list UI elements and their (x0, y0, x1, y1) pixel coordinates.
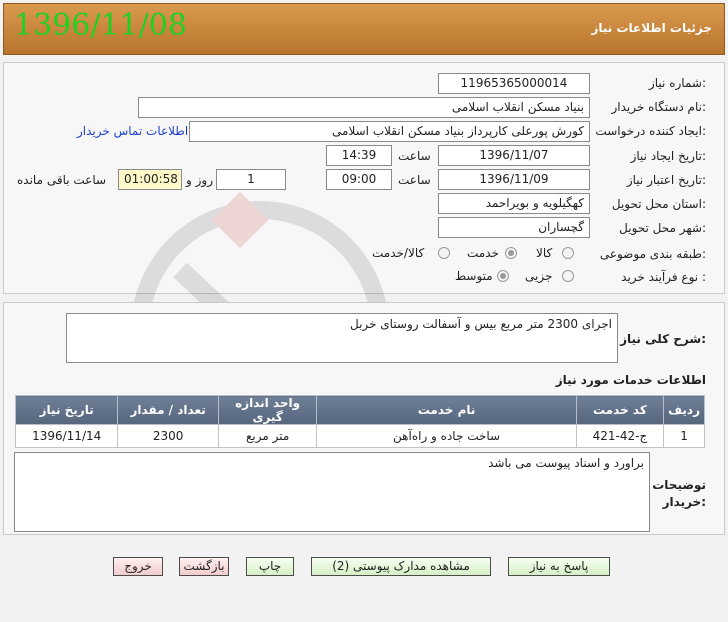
services-table-wrap: ردیف کد خدمت نام خدمت واحد اندازه گیری ت… (14, 395, 705, 448)
col-unit: واحد اندازه گیری (217, 395, 318, 425)
purchase-option-medium: متوسط (455, 269, 493, 283)
buyer-org-field: بنیاد مسکن انقلاب اسلامی (138, 97, 590, 118)
buyer-notes-label-1: توضیحات (652, 478, 706, 492)
table-header-row: ردیف کد خدمت نام خدمت واحد اندازه گیری ت… (14, 395, 705, 425)
buyer-notes-label-2: خریدار: (662, 495, 706, 509)
buyer-org-label: نام دستگاه خریدار: (611, 100, 707, 114)
valid-date-label: تاریخ اعتبار نیاز: (626, 173, 706, 187)
need-number-field: 11965365000014 (438, 73, 590, 94)
col-service-code: کد خدمت (575, 395, 665, 425)
remaining-days-field: 1 (216, 169, 286, 190)
category-option-both: کالا/خدمت (372, 246, 425, 260)
days-label: روز و (186, 173, 213, 187)
summary-label: شرح کلی نیاز: (620, 332, 706, 346)
remaining-time-field: 01:00:58 (118, 169, 182, 190)
category-option-service: خدمت (467, 246, 499, 260)
cell-need-date: 1396/11/14 (14, 424, 119, 448)
purchase-radio-minor[interactable] (562, 270, 574, 282)
purchase-type-label: نوع فرآیند خرید : (621, 270, 706, 284)
category-radio-goods[interactable] (562, 247, 574, 259)
col-quantity: تعداد / مقدار (117, 395, 219, 425)
view-documents-button[interactable]: مشاهده مدارک پیوستی (2) (311, 557, 491, 576)
print-button[interactable]: چاپ (246, 557, 294, 576)
col-service-name: نام خدمت (316, 395, 577, 425)
exit-button[interactable]: خروج (113, 557, 163, 576)
title-bar: 1396/11/08 جزئیات اطلاعات نیاز (3, 3, 725, 55)
back-button[interactable]: بازگشت (179, 557, 229, 576)
category-label: طبقه بندی موضوعی: (599, 247, 706, 261)
created-date-label: تاریخ ایجاد نیاز: (630, 149, 706, 163)
category-radio-service[interactable] (505, 247, 517, 259)
header-date: 1396/11/08 (14, 8, 187, 43)
city-field: گچساران (438, 217, 590, 238)
cell-service-code: ج-42-421 (575, 424, 665, 448)
purchase-radio-medium[interactable] (497, 270, 509, 282)
col-need-date: تاریخ نیاز (14, 395, 119, 425)
summary-textarea[interactable]: اجرای 2300 متر مربع بیس و آسفالت روستای … (66, 313, 618, 363)
category-option-goods: کالا (536, 246, 553, 260)
valid-time-label: ساعت (398, 173, 431, 187)
purchase-option-minor: جزیی (525, 269, 553, 283)
page-title: جزئیات اطلاعات نیاز (591, 21, 712, 35)
buyer-notes-textarea[interactable]: براورد و اسناد پیوست می باشد (14, 452, 650, 532)
cell-unit: متر مربع (217, 424, 318, 448)
need-number-label: شماره نیاز: (648, 76, 706, 90)
cell-quantity: 2300 (117, 424, 219, 448)
buyer-contact-link[interactable]: اطلاعات تماس خریدار (77, 124, 188, 138)
created-time-label: ساعت (398, 149, 431, 163)
services-title: اطلاعات خدمات مورد نیاز (555, 373, 706, 387)
created-date-field: 1396/11/07 (438, 145, 590, 166)
city-label: شهر محل تحویل: (619, 221, 706, 235)
col-row: ردیف (663, 395, 705, 425)
remaining-label: ساعت باقی مانده (17, 173, 107, 187)
cell-row: 1 (663, 424, 705, 448)
table-row: 1 ج-42-421 ساخت جاده و راه‌آهن متر مربع … (14, 424, 705, 448)
services-table: ردیف کد خدمت نام خدمت واحد اندازه گیری ت… (14, 395, 705, 448)
province-label: استان محل تحویل: (611, 197, 706, 211)
category-radio-both[interactable] (438, 247, 450, 259)
reply-button[interactable]: پاسخ به نیاز (508, 557, 610, 576)
cell-service-name: ساخت جاده و راه‌آهن (316, 424, 577, 448)
requester-field: کورش پورعلی کارپرداز بنیاد مسکن انقلاب ا… (189, 121, 590, 142)
valid-date-field: 1396/11/09 (438, 169, 590, 190)
requester-label: ایجاد کننده درخواست: (595, 124, 706, 138)
province-field: کهگیلویه و بویراحمد (438, 193, 590, 214)
created-time-field: 14:39 (326, 145, 392, 166)
valid-time-field: 09:00 (326, 169, 392, 190)
